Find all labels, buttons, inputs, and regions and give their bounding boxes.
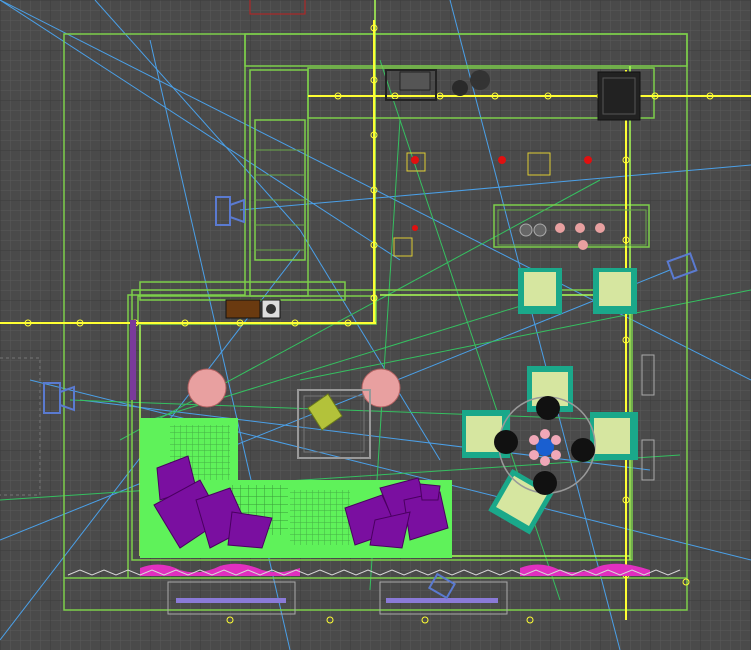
viewport-top[interactable] [0, 0, 751, 650]
viewport-canvas[interactable] [0, 0, 751, 650]
